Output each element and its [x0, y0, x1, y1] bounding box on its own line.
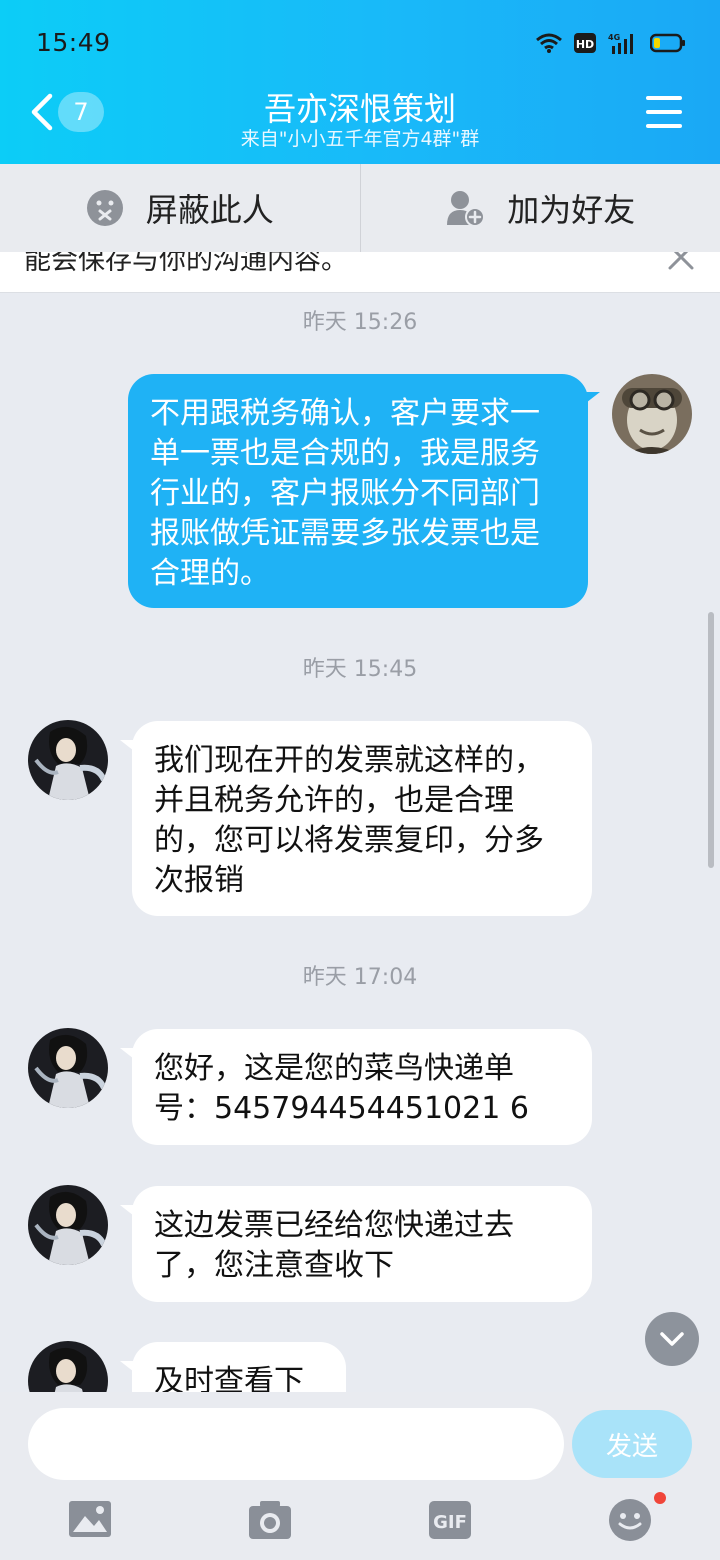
- avatar-image: [28, 1185, 108, 1265]
- privacy-notice: 能会保存与你的沟通内容。: [0, 252, 720, 293]
- gif-label: GIF: [433, 1512, 467, 1533]
- timestamp: 昨天 17:04: [302, 965, 418, 990]
- menu-line: [646, 124, 682, 128]
- send-button[interactable]: 发送: [572, 1410, 692, 1478]
- notification-dot: [654, 1492, 666, 1504]
- menu-line: [646, 96, 682, 100]
- avatar-image: [612, 374, 692, 454]
- scroll-to-bottom-button[interactable]: [645, 1312, 699, 1366]
- menu-line: [646, 110, 682, 114]
- signal-4g-icon: 4G: [608, 33, 633, 54]
- avatar-image: [28, 720, 108, 800]
- block-user-button[interactable]: 屏蔽此人: [0, 164, 360, 252]
- add-friend-label: 加为好友: [507, 191, 636, 229]
- close-icon[interactable]: [664, 252, 698, 274]
- message-bubble-incoming[interactable]: 您好，这是您的菜鸟快递单号：545794454451021 6: [132, 1029, 592, 1145]
- avatar-contact[interactable]: [28, 1028, 108, 1108]
- block-user-label: 屏蔽此人: [145, 191, 274, 229]
- chevron-down-icon: [660, 1332, 684, 1346]
- status-icons: HD 4G: [536, 32, 686, 54]
- chat-subtitle: 来自"小小五千年官方4群"群: [240, 128, 480, 150]
- gif-icon[interactable]: GIF: [428, 1500, 472, 1540]
- add-friend-button[interactable]: 加为好友: [361, 164, 720, 252]
- avatar-image: [28, 1028, 108, 1108]
- menu-button[interactable]: [646, 96, 682, 128]
- timestamp: 昨天 15:45: [302, 657, 418, 682]
- block-face-icon: [86, 190, 123, 226]
- emoji-icon[interactable]: [606, 1490, 668, 1544]
- camera-icon[interactable]: [248, 1500, 292, 1540]
- add-friend-icon: [447, 191, 486, 227]
- svg-text:HD: HD: [576, 38, 594, 51]
- avatar-self[interactable]: [612, 374, 692, 454]
- chat-header: 15:49 HD 4G 7 吾亦深恨策划 来自"小小五千年官方4群"群: [0, 0, 720, 164]
- avatar-contact[interactable]: [28, 720, 108, 800]
- timestamp: 昨天 15:26: [302, 310, 418, 335]
- action-bar: 屏蔽此人 加为好友: [0, 164, 720, 253]
- battery-icon: [650, 33, 685, 53]
- message-bubble-outgoing[interactable]: 不用跟税务确认，客户要求一单一票也是合规的，我是服务行业的，客户报账分不同部门报…: [128, 374, 588, 608]
- notice-text: 能会保存与你的沟通内容。: [24, 252, 348, 276]
- bubble-tail: [582, 392, 600, 406]
- svg-text:4G: 4G: [608, 33, 620, 42]
- avatar-contact[interactable]: [28, 1185, 108, 1265]
- message-bubble-incoming[interactable]: 这边发票已经给您快递过去了，您注意查收下: [132, 1186, 592, 1302]
- scrollbar[interactable]: [708, 612, 714, 868]
- wifi-icon: [536, 33, 562, 53]
- hd-icon: HD: [574, 33, 596, 53]
- image-icon[interactable]: [68, 1500, 112, 1538]
- message-input[interactable]: [28, 1408, 564, 1480]
- status-time: 15:49: [36, 28, 111, 57]
- message-bubble-incoming[interactable]: 我们现在开的发票就这样的，并且税务允许的，也是合理的，您可以将发票复印，分多次报…: [132, 721, 592, 916]
